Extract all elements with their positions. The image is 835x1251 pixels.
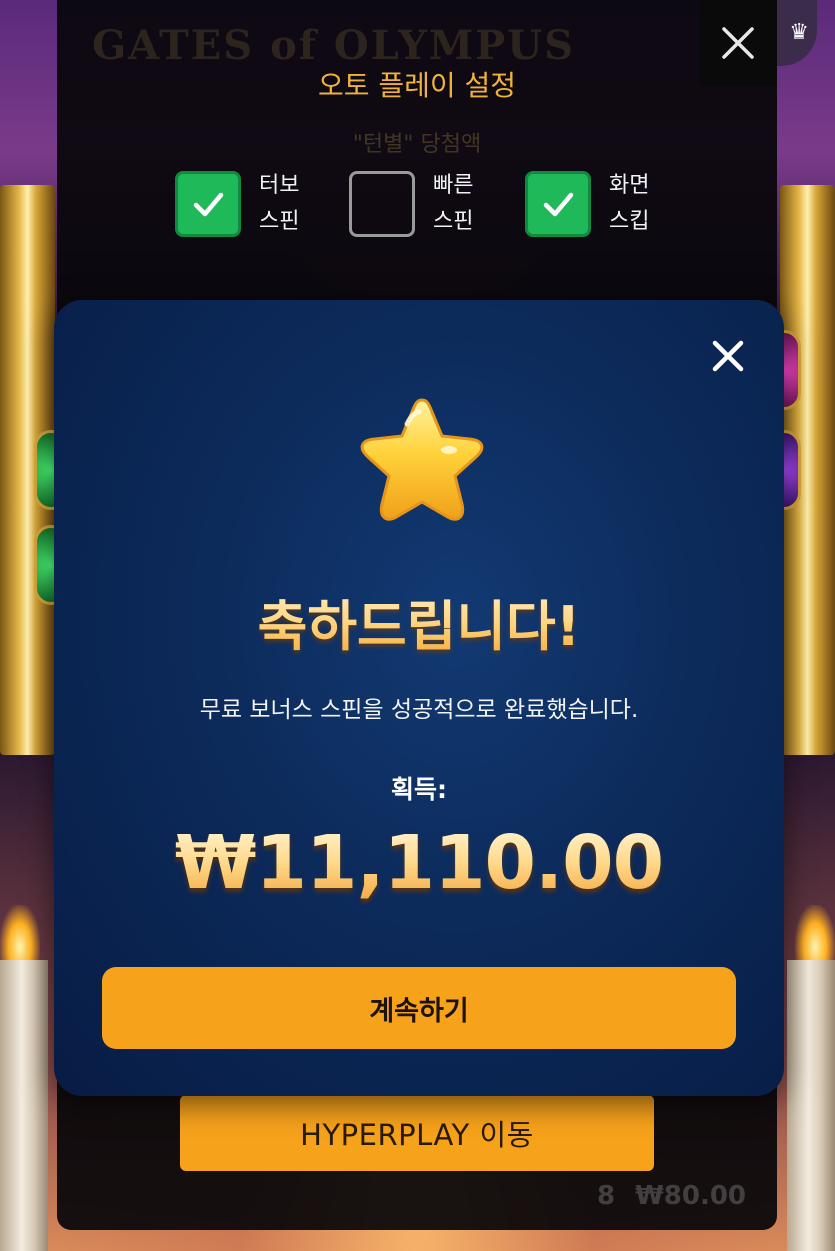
torch-flame-left [0,905,40,965]
bet-display: 8 ₩80.00 [567,1162,777,1230]
marble-column-right [787,960,835,1251]
check-icon [193,192,224,217]
torch-flame-right [795,905,835,965]
congratulations-title: 축하드립니다! [54,582,784,661]
win-label: 획득: [391,775,447,804]
congratulations-modal: 축하드립니다! 무료 보너스 스핀을 성공적으로 완료했습니다. 획득: ₩11… [54,300,784,1096]
option-label: 화면 스킵 [609,173,650,234]
continue-button[interactable]: 계속하기 [102,967,736,1049]
skip-screens-checkbox[interactable] [525,171,591,237]
marble-column-left [0,960,48,1251]
modal-close-button[interactable] [708,336,748,376]
congratulations-message: 무료 보너스 스핀을 성공적으로 완료했습니다. [199,697,639,723]
close-icon [712,340,744,372]
quick-spin-checkbox[interactable] [349,171,415,237]
autoplay-title: 오토 플레이 설정 [317,69,517,102]
option-label: 빠른 스핀 [433,173,474,234]
winnings-label: "턴별" 당첨액 [352,132,482,157]
option-turbo-spin[interactable]: 터보 스핀 [175,168,329,240]
close-icon [722,27,754,59]
bet-amount: ₩80.00 [635,1181,747,1211]
turbo-spin-checkbox[interactable] [175,171,241,237]
bet-multiplier: 8 [597,1181,616,1211]
check-icon [543,192,574,217]
option-quick-spin[interactable]: 빠른 스핀 [349,168,503,240]
crown-icon: ♛ [789,20,809,45]
option-label: 터보 스핀 [259,173,300,234]
autoplay-close-button[interactable] [699,0,777,86]
star-icon [360,398,484,521]
option-skip-screens[interactable]: 화면 스킵 [525,168,679,240]
hyperplay-button[interactable]: HYPERPLAY 이동 [180,1095,654,1171]
win-amount: ₩11,110.00 [54,820,784,906]
